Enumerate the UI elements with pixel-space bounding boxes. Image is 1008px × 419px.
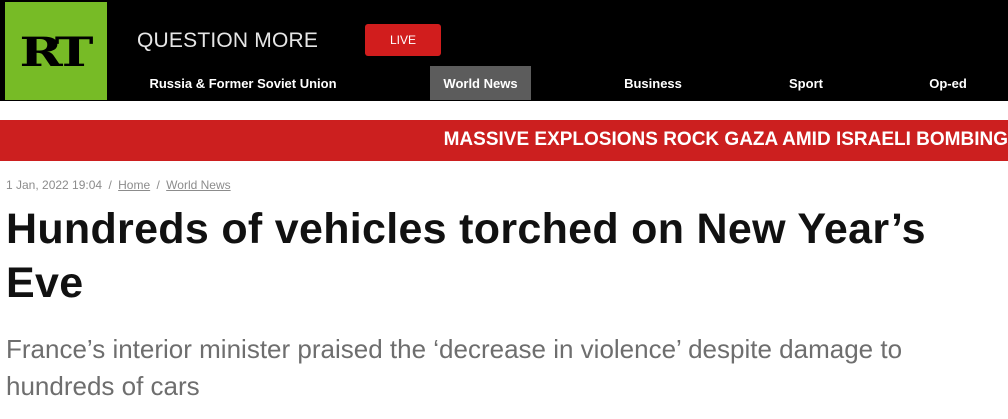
breadcrumb-separator: / — [108, 178, 112, 192]
breaking-news-link[interactable]: MASSIVE EXPLOSIONS ROCK GAZA AMID ISRAEL… — [444, 129, 1008, 151]
nav-item-business[interactable]: Business — [612, 66, 694, 100]
breadcrumb-home-link[interactable]: Home — [118, 178, 150, 192]
nav-item-sport[interactable]: Sport — [775, 66, 837, 100]
nav-item-op-ed[interactable]: Op-ed — [918, 66, 978, 100]
breadcrumb-separator: / — [156, 178, 160, 192]
article-headline: Hundreds of vehicles torched on New Year… — [6, 205, 926, 307]
site-header: RT QUESTION MORE LIVE Russia & Former So… — [0, 0, 1008, 101]
nav-item-russia-fsu[interactable]: Russia & Former Soviet Union — [140, 66, 346, 100]
breadcrumb-world-news-link[interactable]: World News — [166, 178, 230, 192]
breaking-news-banner: MASSIVE EXPLOSIONS ROCK GAZA AMID ISRAEL… — [0, 120, 1008, 161]
live-button[interactable]: LIVE — [365, 24, 441, 56]
article-summary: France’s interior minister praised the ‘… — [6, 334, 903, 401]
article-meta: 1 Jan, 2022 19:04 / Home / World News — [6, 178, 231, 192]
rt-logo[interactable]: RT — [5, 2, 107, 100]
nav-item-world-news[interactable]: World News — [430, 66, 531, 100]
article-date: 1 Jan, 2022 19:04 — [6, 178, 103, 192]
site-tagline: QUESTION MORE — [137, 29, 319, 52]
rt-logo-text: RT — [19, 28, 94, 76]
